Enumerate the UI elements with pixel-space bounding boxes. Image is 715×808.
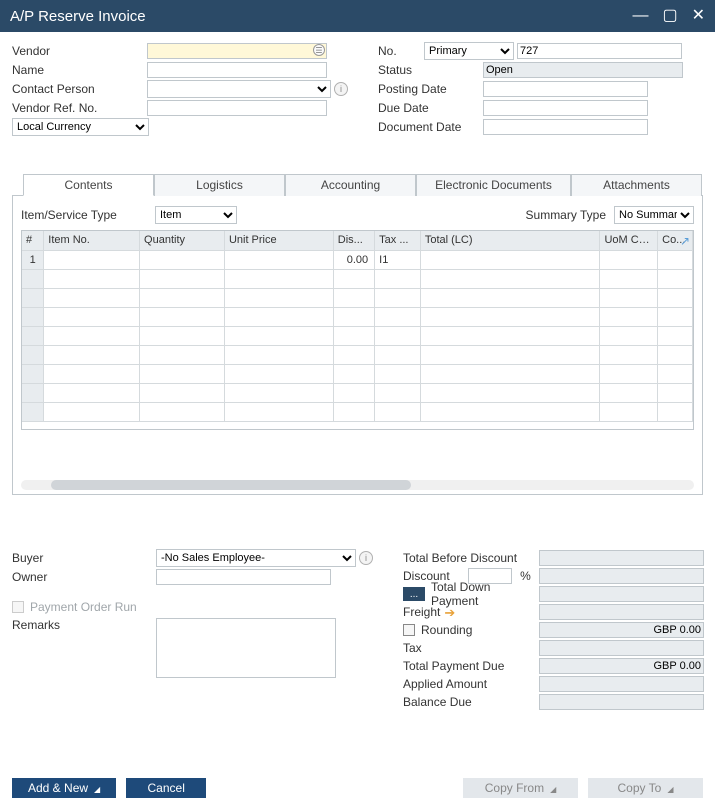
name-label: Name [12,63,147,77]
tax-field [539,640,704,656]
col-disc[interactable]: Dis... [333,231,374,250]
downpayment-ellipsis-button[interactable]: ... [403,587,425,601]
due-label: Due Date [378,101,483,115]
table-row[interactable] [22,383,693,402]
tbd-label: Total Before Discount [403,551,539,565]
summary-select[interactable]: No Summary [614,206,694,224]
col-tax[interactable]: Tax ... [375,231,421,250]
porun-checkbox [12,601,24,613]
tax-label: Tax [403,641,539,655]
rounding-label: Rounding [421,623,472,637]
tdp-label: Total Down Payment [431,580,539,608]
table-row[interactable] [22,326,693,345]
currency-select[interactable]: Local Currency [12,118,149,136]
items-grid[interactable]: ↗ # Item No. Quantity Unit Price Dis... … [21,230,694,430]
col-rownum[interactable]: # [22,231,44,250]
rounding-checkbox[interactable] [403,624,415,636]
freight-label: Freight [403,605,440,619]
table-row[interactable] [22,288,693,307]
summary-label: Summary Type [526,208,606,222]
tab-attachments[interactable]: Attachments [571,174,702,196]
table-row[interactable] [22,269,693,288]
posting-input[interactable] [483,81,648,97]
docdate-input[interactable] [483,119,648,135]
close-icon[interactable]: ✕ [692,8,705,24]
porun-label: Payment Order Run [30,600,137,614]
docdate-label: Document Date [378,120,483,134]
add-new-button[interactable]: Add & New◢ [12,778,116,798]
col-uom[interactable]: UoM Code [600,231,658,250]
tbd-field [539,550,704,566]
table-row[interactable]: 10.00I1 [22,250,693,269]
owner-input[interactable] [156,569,331,585]
vendor-input[interactable] [147,43,327,59]
vendor-choose-icon[interactable]: ☰ [313,44,325,56]
contact-select[interactable] [147,80,331,98]
buyer-label: Buyer [12,551,156,565]
vendorref-input[interactable] [147,100,327,116]
window-title: A/P Reserve Invoice [10,8,146,25]
grid-hscroll[interactable] [21,480,694,490]
vendor-label: Vendor [12,44,147,58]
docnum-input[interactable] [517,43,682,59]
contact-label: Contact Person [12,82,147,96]
itemtype-select[interactable]: Item [155,206,237,224]
balance-label: Balance Due [403,695,539,709]
freight-field [539,604,704,620]
due-input[interactable] [483,100,648,116]
table-row[interactable] [22,345,693,364]
series-select[interactable]: Primary [424,42,514,60]
rounding-field [539,622,704,638]
copy-to-button[interactable]: Copy To◢ [588,778,703,798]
buyer-select[interactable]: -No Sales Employee- [156,549,356,567]
tpd-field [539,658,704,674]
remarks-label: Remarks [12,618,156,632]
table-row[interactable] [22,402,693,421]
freight-link-icon[interactable]: ➔ [444,606,455,619]
tab-contents[interactable]: Contents [23,174,154,196]
col-item[interactable]: Item No. [44,231,140,250]
no-label: No. [378,44,424,58]
popout-icon[interactable]: ↗ [680,234,690,248]
applied-field [539,676,704,692]
status-label: Status [378,63,483,77]
maximize-icon[interactable]: ▢ [662,8,677,24]
balance-field [539,694,704,710]
name-input[interactable] [147,62,327,78]
tab-accounting[interactable]: Accounting [285,174,416,196]
tab-logistics[interactable]: Logistics [154,174,285,196]
status-field [483,62,683,78]
table-row[interactable] [22,307,693,326]
vendorref-label: Vendor Ref. No. [12,101,147,115]
buyer-info-icon[interactable]: i [359,551,373,565]
applied-label: Applied Amount [403,677,539,691]
col-qty[interactable]: Quantity [140,231,225,250]
discount-value-field [539,568,704,584]
col-price[interactable]: Unit Price [224,231,333,250]
titlebar: A/P Reserve Invoice — ▢ ✕ [0,0,715,32]
minimize-icon[interactable]: — [632,8,648,24]
itemtype-label: Item/Service Type [21,208,155,222]
tabs: Contents Logistics Accounting Electronic… [12,195,703,495]
tpd-label: Total Payment Due [403,659,539,673]
posting-label: Posting Date [378,82,483,96]
copy-from-button[interactable]: Copy From◢ [463,778,578,798]
tab-edocs[interactable]: Electronic Documents [416,174,571,196]
owner-label: Owner [12,570,156,584]
tdp-field [539,586,704,602]
table-row[interactable] [22,364,693,383]
contact-info-icon[interactable]: i [334,82,348,96]
remarks-input[interactable] [156,618,336,678]
col-total[interactable]: Total (LC) [420,231,600,250]
cancel-button[interactable]: Cancel [126,778,206,798]
